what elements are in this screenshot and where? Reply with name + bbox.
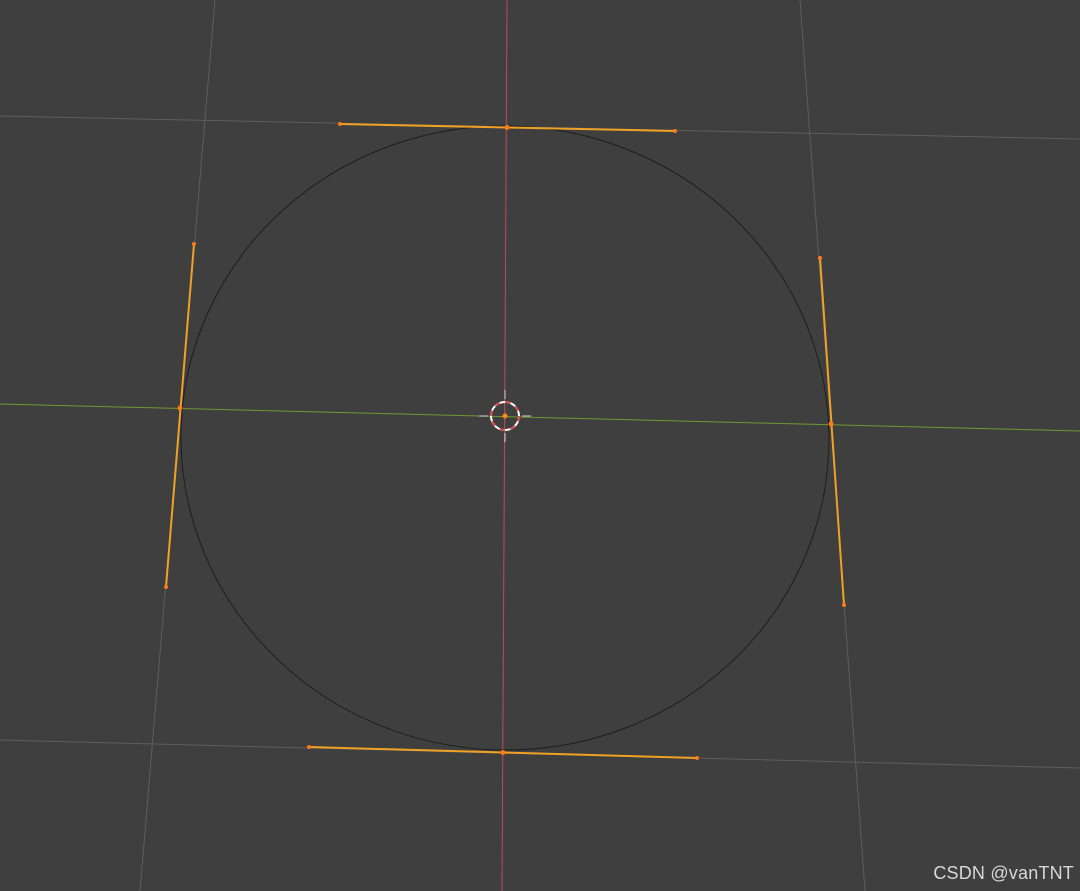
handle-point[interactable] — [818, 256, 822, 260]
3d-viewport[interactable]: CSDN @vanTNT — [0, 0, 1080, 891]
control-point[interactable] — [504, 125, 510, 130]
object-origin-point — [502, 413, 508, 419]
handle-point[interactable] — [164, 585, 168, 589]
handle-point[interactable] — [695, 756, 699, 760]
watermark-text: CSDN @vanTNT — [933, 863, 1074, 883]
handle-line-left[interactable] — [165, 243, 195, 588]
viewport-canvas[interactable] — [0, 0, 1080, 891]
handle-point[interactable] — [338, 122, 342, 126]
x-axis-line — [501, 0, 508, 891]
handle-line-right[interactable] — [819, 257, 845, 606]
handle-point[interactable] — [842, 603, 846, 607]
handle-point[interactable] — [307, 745, 311, 749]
y-axis-line — [0, 403, 1080, 432]
viewport-grid — [0, 0, 1080, 891]
control-point[interactable] — [177, 405, 183, 411]
handle-point[interactable] — [192, 242, 196, 246]
control-point[interactable] — [500, 750, 506, 755]
handle-point[interactable] — [673, 129, 677, 133]
control-point[interactable] — [828, 421, 834, 427]
3d-cursor-icon[interactable] — [479, 390, 531, 442]
